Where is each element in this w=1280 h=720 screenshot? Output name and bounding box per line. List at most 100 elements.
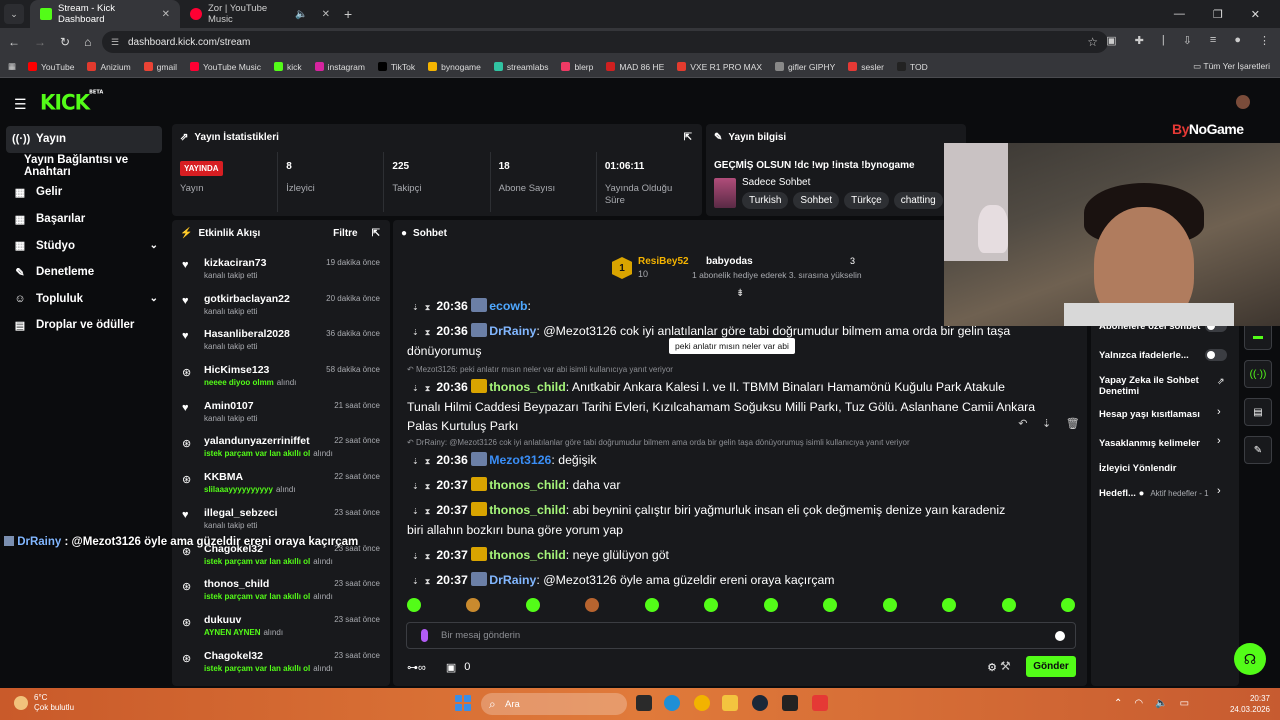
- bookmark-item[interactable]: MAD 86 HE: [606, 62, 664, 72]
- activity-item[interactable]: ⊛ Chagokel32 istek parçam var lan akıllı o…: [172, 644, 390, 680]
- sidebar-item[interactable]: ▦ Gelir: [0, 179, 168, 206]
- epic-icon[interactable]: [782, 695, 798, 711]
- mic-icon[interactable]: [421, 629, 428, 642]
- screenshot-icon[interactable]: ▣: [1106, 34, 1116, 47]
- layout-button[interactable]: ▤: [1244, 398, 1272, 426]
- chevron-right-icon[interactable]: ›: [1217, 485, 1221, 497]
- chat-username[interactable]: DrRainy: [489, 573, 536, 587]
- bookmark-item[interactable]: VXE R1 PRO MAX: [677, 62, 762, 72]
- hourglass-icon[interactable]: ⧗: [425, 552, 431, 561]
- activity-user[interactable]: kizkaciran73: [204, 257, 266, 269]
- explorer-icon[interactable]: [722, 695, 738, 711]
- activity-item[interactable]: ♥ illegal_sebzeci kanalı takip etti 23 saat…: [172, 501, 390, 537]
- chat-input[interactable]: Bir mesaj gönderin: [406, 622, 1076, 649]
- minimize-icon[interactable]: —: [1174, 8, 1185, 21]
- sidebar-item[interactable]: ✎ Denetleme: [0, 259, 168, 286]
- activity-user[interactable]: Hasanliberal2028: [204, 328, 290, 340]
- activity-item[interactable]: ♥ kizkaciran73 kanalı takip etti 19 dakika …: [172, 251, 390, 287]
- weather-widget[interactable]: 6°C Çok bulutlu: [14, 693, 74, 713]
- bookmark-item[interactable]: bynogame: [428, 62, 481, 72]
- tab-kick-dashboard[interactable]: Stream - Kick Dashboard ✕: [30, 0, 180, 28]
- chat-username[interactable]: thonos_child: [489, 548, 566, 562]
- tag[interactable]: chatting: [893, 192, 943, 209]
- downloads-icon[interactable]: ⇩: [1183, 34, 1192, 47]
- chat-username[interactable]: ecowb: [489, 299, 527, 313]
- bookmark-item[interactable]: instagram: [314, 62, 365, 72]
- chat-username[interactable]: thonos_child: [489, 478, 566, 492]
- hourglass-icon[interactable]: ⧗: [425, 507, 431, 516]
- emote-icon[interactable]: [942, 598, 957, 612]
- emote-icon[interactable]: [1060, 598, 1075, 612]
- external-link-icon[interactable]: ⇗: [1217, 376, 1225, 387]
- activity-item[interactable]: ⊛ thonos_child istek parçam var lan akıllı…: [172, 572, 390, 608]
- extensions-icon[interactable]: ✚: [1135, 34, 1144, 47]
- start-button[interactable]: [455, 695, 471, 711]
- settings-row[interactable]: Hesap yaşı kısıtlaması: [1099, 409, 1200, 420]
- settings-toggle[interactable]: [1205, 349, 1227, 361]
- taskbar-search[interactable]: Ara: [481, 693, 627, 715]
- hourglass-icon[interactable]: ⧗: [425, 303, 431, 312]
- gear-icon[interactable]: ⚙: [987, 661, 997, 674]
- settings-row[interactable]: Yapay Zeka ile Sohbet Denetimi: [1099, 375, 1209, 397]
- hamburger-menu-icon[interactable]: ☰: [14, 96, 27, 113]
- settings-row[interactable]: Yalnızca ifadelerle...: [1099, 350, 1189, 361]
- pin-icon[interactable]: ⇣: [412, 384, 419, 393]
- settings-row[interactable]: Yasaklanmış kelimeler: [1099, 438, 1200, 449]
- profile-icon[interactable]: ●: [1234, 34, 1241, 47]
- tag[interactable]: Türkçe: [844, 192, 889, 209]
- pin-icon[interactable]: ⇣: [412, 303, 419, 312]
- emote-icon[interactable]: [407, 598, 421, 612]
- edge-icon[interactable]: [664, 695, 680, 711]
- activity-item[interactable]: ⊛ yalandunyazerriniffet istek parçam var l…: [172, 429, 390, 465]
- clock[interactable]: 20:37 24.03.2026: [1230, 693, 1270, 715]
- chat-message[interactable]: ⇣ ⧗ 20:36 Mezot3126: değişik: [407, 451, 597, 471]
- app-icon[interactable]: [812, 695, 828, 711]
- new-tab-button[interactable]: +: [344, 6, 352, 22]
- emote-icon[interactable]: [763, 598, 778, 612]
- back-icon[interactable]: ←: [8, 35, 20, 49]
- tag[interactable]: Turkish: [742, 192, 789, 209]
- chevron-down-icon[interactable]: ⇟: [736, 288, 744, 299]
- all-bookmarks[interactable]: ▭ Tüm Yer İşaretleri: [1193, 61, 1270, 72]
- restore-icon[interactable]: ❐: [1213, 8, 1223, 21]
- bookmark-item[interactable]: gmail: [143, 62, 177, 72]
- chat-message[interactable]: ⇣ ⧗ 20:37 thonos_child: abi beynini çalışt…: [407, 501, 1005, 540]
- activity-item[interactable]: ♥ gotkirbaclayan22 kanalı takip etti 20 dak…: [172, 287, 390, 323]
- url-field[interactable]: ☰ dashboard.kick.com/stream ☆: [102, 31, 1108, 53]
- emote-icon[interactable]: [882, 598, 897, 612]
- hourglass-icon[interactable]: ⧗: [425, 328, 431, 337]
- emoji-icon[interactable]: [1055, 631, 1065, 641]
- speaker-icon[interactable]: 🔈: [295, 9, 307, 20]
- volume-icon[interactable]: 🔈: [1155, 698, 1167, 709]
- activity-user[interactable]: Chagokel32: [204, 650, 333, 662]
- activity-user[interactable]: dukuuv: [204, 614, 283, 626]
- kick-logo[interactable]: KICKBETA: [40, 89, 103, 114]
- chat-message[interactable]: ⇣ ⧗ 20:37 thonos_child: daha var: [407, 476, 620, 496]
- emote-icon[interactable]: [585, 598, 600, 612]
- chat-username[interactable]: thonos_child: [489, 503, 566, 517]
- forward-icon[interactable]: →: [34, 35, 46, 49]
- points-icon[interactable]: ⊶∞: [407, 661, 426, 674]
- chat-toggle-button[interactable]: ▬: [1244, 322, 1272, 350]
- reply-icon[interactable]: ↶: [1018, 417, 1027, 430]
- send-button[interactable]: Gönder: [1026, 656, 1076, 677]
- wrench-button[interactable]: ✎: [1244, 436, 1272, 464]
- activity-item[interactable]: ⊛ HicKimse123 neeee diyoo olmm alındı 58 dak…: [172, 358, 390, 394]
- chat-message[interactable]: ⇣ ⧗ 20:36 thonos_child: Anıtkabir Ankara K…: [407, 378, 1035, 436]
- pin-icon[interactable]: ⇣: [1042, 417, 1051, 430]
- emote-icon[interactable]: [525, 598, 540, 612]
- activity-user[interactable]: illegal_sebzeci: [204, 507, 278, 519]
- media-icon[interactable]: ≡: [1210, 34, 1216, 47]
- tag[interactable]: Sohbet: [793, 192, 840, 209]
- close-tab-icon[interactable]: ✕: [322, 9, 330, 20]
- user-avatar[interactable]: [1236, 95, 1250, 109]
- hourglass-icon[interactable]: ⧗: [425, 482, 431, 491]
- chat-username[interactable]: DrRainy: [489, 324, 536, 338]
- settings-row[interactable]: Hedefl... ● Aktif hedefler - 1: [1099, 488, 1209, 499]
- tab-search-dropdown[interactable]: ⌄: [4, 4, 24, 24]
- chat-username[interactable]: thonos_child: [489, 380, 566, 394]
- chat-message[interactable]: ⇣ ⧗ 20:37 DrRainy: @Mezot3126 öyle ama güz…: [407, 571, 835, 591]
- apps-icon[interactable]: ▦: [8, 61, 16, 72]
- reload-icon[interactable]: ↻: [60, 35, 70, 49]
- close-tab-icon[interactable]: ✕: [162, 9, 170, 20]
